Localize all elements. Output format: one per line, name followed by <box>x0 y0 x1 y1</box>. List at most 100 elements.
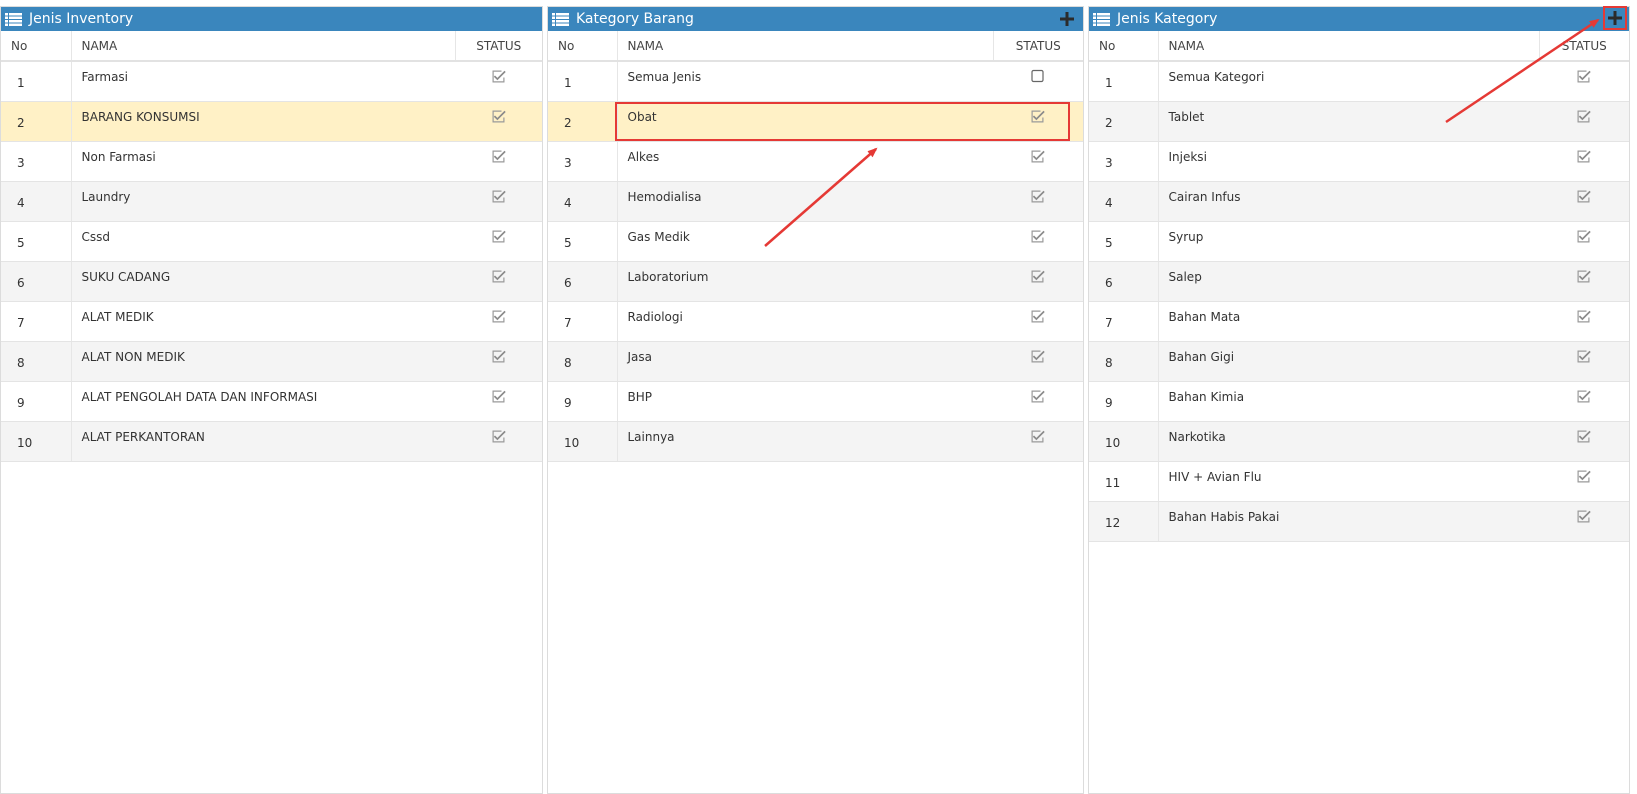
table-row[interactable]: 10 Narkotika <box>1089 421 1629 462</box>
row-status <box>1539 301 1629 342</box>
checked-checkbox-icon[interactable] <box>1576 149 1592 163</box>
column-header-status[interactable]: STATUS <box>1539 31 1629 62</box>
row-nama: Non Farmasi <box>70 141 455 182</box>
row-nama: Laundry <box>70 181 455 222</box>
table-row[interactable]: 4 Hemodialisa <box>548 181 1083 222</box>
column-header-no[interactable]: No <box>1 31 72 62</box>
table-row[interactable]: 5 Cssd <box>1 221 542 262</box>
row-number: 9 <box>1089 381 1158 422</box>
checked-checkbox-icon[interactable] <box>1576 269 1592 283</box>
row-number: 8 <box>1089 341 1158 382</box>
table-row[interactable]: 6 Laboratorium <box>548 261 1083 302</box>
table-row[interactable]: 8 ALAT NON MEDIK <box>1 341 542 382</box>
row-status <box>993 341 1083 382</box>
table-row[interactable]: 5 Gas Medik <box>548 221 1083 262</box>
checked-checkbox-icon[interactable] <box>1030 389 1046 403</box>
checked-checkbox-icon[interactable] <box>1576 469 1592 483</box>
table-row[interactable]: 1 Semua Jenis <box>548 61 1083 102</box>
panel-header: Jenis Inventory <box>1 7 542 31</box>
row-status <box>455 381 542 422</box>
checked-checkbox-icon[interactable] <box>1576 189 1592 203</box>
table-row[interactable]: 6 Salep <box>1089 261 1629 302</box>
checked-checkbox-icon[interactable] <box>1030 269 1046 283</box>
table-row[interactable]: 11 HIV + Avian Flu <box>1089 461 1629 502</box>
row-nama: ALAT PENGOLAH DATA DAN INFORMASI <box>70 381 455 422</box>
row-nama: Salep <box>1157 261 1539 302</box>
row-number: 6 <box>1089 261 1158 302</box>
table-row[interactable]: 3 Injeksi <box>1089 141 1629 182</box>
checked-checkbox-icon[interactable] <box>1576 69 1592 83</box>
table-row[interactable]: 5 Syrup <box>1089 221 1629 262</box>
checked-checkbox-icon[interactable] <box>1576 109 1592 123</box>
table-row[interactable]: 10 ALAT PERKANTORAN <box>1 421 542 462</box>
checked-checkbox-icon[interactable] <box>491 429 507 443</box>
table-row[interactable]: 4 Laundry <box>1 181 542 222</box>
table-row[interactable]: 9 ALAT PENGOLAH DATA DAN INFORMASI <box>1 381 542 422</box>
checked-checkbox-icon[interactable] <box>1576 229 1592 243</box>
table-row[interactable]: 8 Bahan Gigi <box>1089 341 1629 382</box>
checked-checkbox-icon[interactable] <box>491 149 507 163</box>
table-row[interactable]: 3 Non Farmasi <box>1 141 542 182</box>
table-row[interactable]: 1 Farmasi <box>1 61 542 102</box>
table-row[interactable]: 12 Bahan Habis Pakai <box>1089 501 1629 542</box>
checked-checkbox-icon[interactable] <box>491 349 507 363</box>
checked-checkbox-icon[interactable] <box>1030 149 1046 163</box>
checked-checkbox-icon[interactable] <box>1576 389 1592 403</box>
checked-checkbox-icon[interactable] <box>491 69 507 83</box>
table-header-row: No NAMA STATUS <box>1 31 542 62</box>
table-row[interactable]: 4 Cairan Infus <box>1089 181 1629 222</box>
column-header-no[interactable]: No <box>1089 31 1159 62</box>
table-row[interactable]: 2 BARANG KONSUMSI <box>1 101 542 142</box>
column-header-nama[interactable]: NAMA <box>1158 31 1540 62</box>
checked-checkbox-icon[interactable] <box>1576 309 1592 323</box>
panel-kategory-barang: Kategory Barang No NAMA STATUS 1 Semua Je… <box>547 6 1084 794</box>
table-row[interactable]: 10 Lainnya <box>548 421 1083 462</box>
table-row[interactable]: 2 Obat <box>548 101 1083 142</box>
row-status <box>1539 261 1629 302</box>
table-row[interactable]: 1 Semua Kategori <box>1089 61 1629 102</box>
row-status <box>993 301 1083 342</box>
row-nama: Hemodialisa <box>616 181 993 222</box>
checked-checkbox-icon[interactable] <box>1030 109 1046 123</box>
row-status <box>993 141 1083 182</box>
table-row[interactable]: 9 Bahan Kimia <box>1089 381 1629 422</box>
column-header-status[interactable]: STATUS <box>993 31 1083 62</box>
unchecked-checkbox-icon[interactable] <box>1030 69 1046 83</box>
row-number: 11 <box>1089 461 1158 502</box>
table-row[interactable]: 2 Tablet <box>1089 101 1629 142</box>
checked-checkbox-icon[interactable] <box>491 389 507 403</box>
table-row[interactable]: 7 Radiologi <box>548 301 1083 342</box>
checked-checkbox-icon[interactable] <box>491 309 507 323</box>
table-row[interactable]: 6 SUKU CADANG <box>1 261 542 302</box>
checked-checkbox-icon[interactable] <box>1030 349 1046 363</box>
checked-checkbox-icon[interactable] <box>491 229 507 243</box>
add-jenis-kategory-button[interactable] <box>1603 6 1627 30</box>
checked-checkbox-icon[interactable] <box>1030 309 1046 323</box>
checked-checkbox-icon[interactable] <box>1030 229 1046 243</box>
table-row[interactable]: 3 Alkes <box>548 141 1083 182</box>
table-row[interactable]: 8 Jasa <box>548 341 1083 382</box>
row-status <box>455 301 542 342</box>
column-header-nama[interactable]: NAMA <box>617 31 994 62</box>
table-row[interactable]: 9 BHP <box>548 381 1083 422</box>
panel-jenis-inventory: Jenis Inventory No NAMA STATUS 1 Farmasi 2… <box>0 6 543 794</box>
checked-checkbox-icon[interactable] <box>491 269 507 283</box>
checked-checkbox-icon[interactable] <box>1576 429 1592 443</box>
row-number: 3 <box>1 141 71 182</box>
checked-checkbox-icon[interactable] <box>491 109 507 123</box>
checked-checkbox-icon[interactable] <box>1576 509 1592 523</box>
column-header-no[interactable]: No <box>548 31 618 62</box>
checked-checkbox-icon[interactable] <box>1030 189 1046 203</box>
row-number: 7 <box>548 301 617 342</box>
row-nama: Gas Medik <box>616 221 993 262</box>
checked-checkbox-icon[interactable] <box>491 189 507 203</box>
column-header-status[interactable]: STATUS <box>455 31 542 62</box>
list-icon <box>1093 12 1110 26</box>
column-header-nama[interactable]: NAMA <box>71 31 456 62</box>
table-row[interactable]: 7 Bahan Mata <box>1089 301 1629 342</box>
add-kategory-barang-button[interactable] <box>1058 10 1076 28</box>
checked-checkbox-icon[interactable] <box>1030 429 1046 443</box>
table-row[interactable]: 7 ALAT MEDIK <box>1 301 542 342</box>
row-nama: Tablet <box>1157 101 1539 142</box>
checked-checkbox-icon[interactable] <box>1576 349 1592 363</box>
